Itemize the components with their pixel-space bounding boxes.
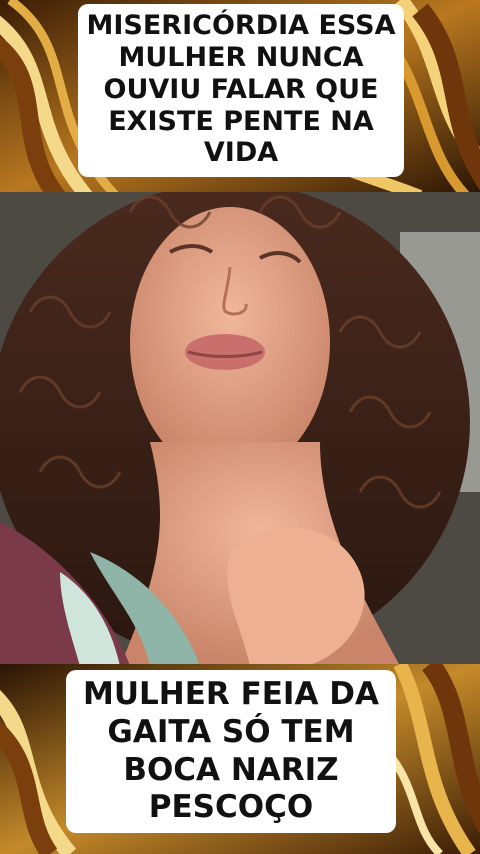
top-caption-line: EXISTE PENTE NA bbox=[108, 105, 374, 137]
bottom-caption-line: GAITA SÓ TEM bbox=[107, 713, 355, 750]
top-caption-line: MISERICÓRDIA ESSA bbox=[86, 10, 396, 41]
bottom-caption: MULHER FEIA DA GAITA SÓ TEM BOCA NARIZ P… bbox=[66, 670, 396, 834]
top-caption: MISERICÓRDIA ESSA MULHER NUNCA OUVIU FAL… bbox=[78, 4, 404, 178]
video-frame-photo bbox=[0, 192, 480, 666]
bottom-caption-line: PESCOÇO bbox=[148, 789, 314, 826]
bottom-caption-line: BOCA NARIZ bbox=[123, 751, 339, 788]
top-caption-line: OUVIU FALAR QUE bbox=[103, 73, 379, 105]
top-caption-line: MULHER NUNCA bbox=[118, 41, 364, 73]
top-caption-line: VIDA bbox=[203, 137, 279, 169]
bottom-caption-line: MULHER FEIA DA bbox=[83, 676, 379, 712]
